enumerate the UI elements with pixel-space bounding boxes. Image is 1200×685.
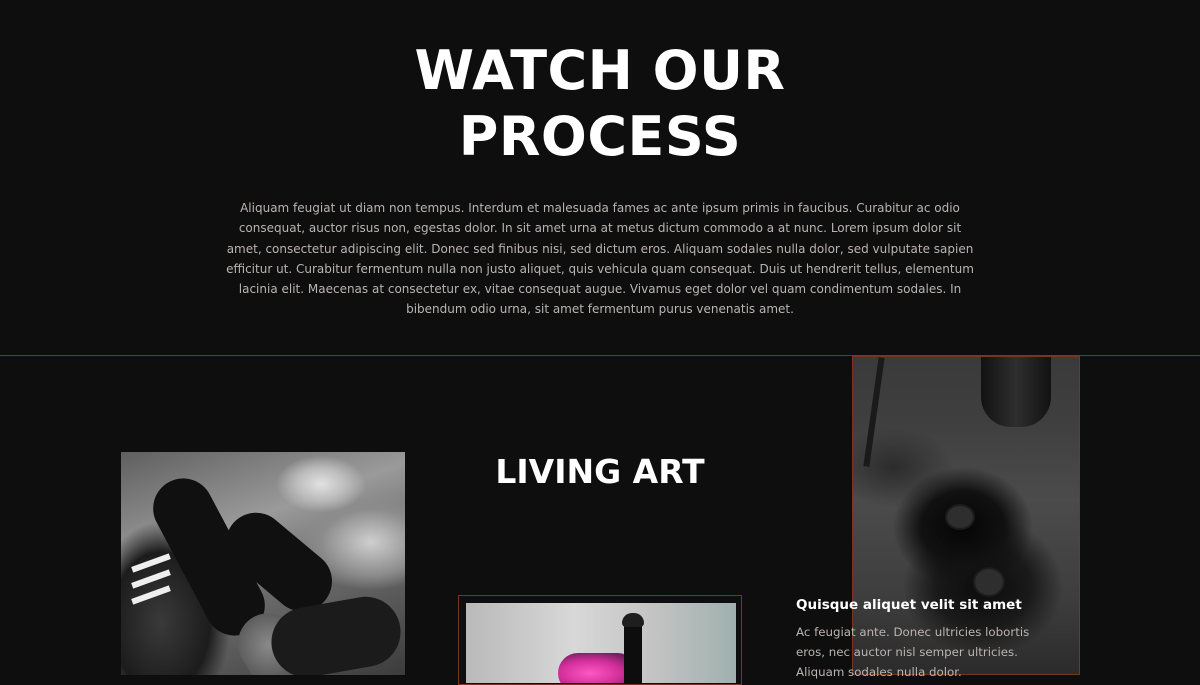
- ink-bottle-cap: [622, 613, 644, 627]
- process-description: Aliquam feugiat ut diam non tempus. Inte…: [226, 201, 974, 317]
- title-line-2: PROCESS: [458, 105, 742, 168]
- ink-cup: [973, 567, 1005, 597]
- section-title-watch-our-process: WATCH OUR PROCESS: [0, 38, 1200, 170]
- ink-line: [863, 357, 885, 467]
- feature-text: Ac feugiat ante. Donec ultricies loborti…: [796, 625, 1030, 679]
- ink-bottle: [624, 619, 642, 683]
- feature-heading: Quisque aliquet velit sit amet: [796, 597, 1022, 613]
- ink-bottle-photo: [466, 603, 736, 683]
- ink-tube: [981, 357, 1051, 427]
- ink-cup: [945, 504, 975, 530]
- title-line-1: WATCH OUR: [414, 39, 786, 102]
- stripe-decoration: [131, 585, 171, 605]
